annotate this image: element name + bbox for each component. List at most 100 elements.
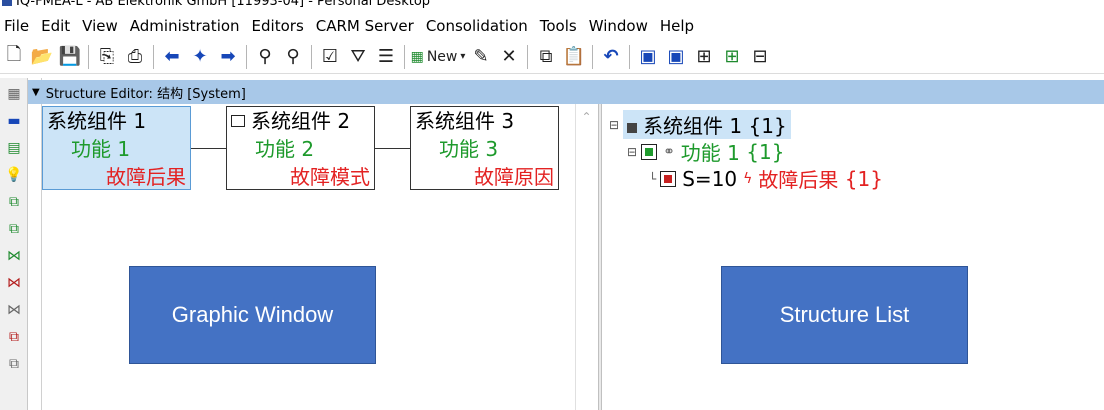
tree-structure-icon[interactable]: ⧉	[2, 191, 26, 213]
collapse-icon[interactable]: ⊟	[609, 118, 619, 132]
arrow-left-icon[interactable]: ⬅	[158, 44, 186, 70]
save-icon[interactable]: 💾	[56, 44, 84, 70]
header-dropdown-icon[interactable]: ▼	[32, 87, 40, 98]
graphic-window-callout: Graphic Window	[129, 266, 376, 364]
insert-green-icon[interactable]: ⊞	[718, 44, 746, 70]
menu-tools[interactable]: Tools	[540, 17, 585, 35]
sparkle-arrows-icon[interactable]: ✦	[186, 44, 214, 70]
insert-below-icon[interactable]: ⊟	[746, 44, 774, 70]
node-fault: 故障后果	[106, 165, 186, 189]
print-icon[interactable]: ⎙	[121, 44, 149, 70]
filter-list-icon[interactable]: ☰	[372, 44, 400, 70]
structure-editor-title: Structure Editor: 结构 [System]	[45, 86, 246, 102]
toolbar-separator	[246, 44, 247, 69]
node-fault: 故障模式	[290, 165, 370, 189]
find-replace-icon[interactable]: ⚲	[279, 44, 307, 70]
grid-view-icon[interactable]: ▦	[2, 83, 26, 105]
scroll-up-icon[interactable]: ⌃	[581, 110, 591, 410]
arrow-right-icon[interactable]: ➡	[214, 44, 242, 70]
menu-window[interactable]: Window	[589, 17, 656, 35]
graphic-window[interactable]: 系统组件 1 功能 1 故障后果 系统组件 2 功能 2 故障模式 系统组件 3…	[42, 104, 598, 410]
left-tool-palette: ▦ ▬ ▤ 💡 ⧉ ⧉ ⋈ ⋈ ⋈ ⧉ ⧉	[0, 78, 28, 410]
graphic-node-2[interactable]: 系统组件 2 功能 2 故障模式	[226, 106, 375, 190]
tree-row-function[interactable]: ⊟ ⚭ 功能 1 {1}	[627, 137, 784, 166]
filter-icon[interactable]: ⛛	[344, 44, 372, 70]
chevron-down-icon: ▾	[460, 51, 466, 62]
node-fault: 故障原因	[474, 165, 554, 189]
failure-lightning-icon: ϟ	[743, 170, 753, 187]
checkbox-list-icon[interactable]: ☑	[316, 44, 344, 70]
window-title-bar: IQ-FMEA-L - AB Elektronik GmbH [11993-04…	[0, 0, 1104, 9]
pane-splitter[interactable]	[598, 104, 602, 410]
menu-help[interactable]: Help	[660, 17, 702, 35]
toolbar-separator	[527, 44, 528, 69]
node-function: 功能 2	[255, 137, 315, 161]
menu-bar: File Edit View Administration Editors CA…	[0, 14, 1104, 38]
menu-view[interactable]: View	[82, 17, 126, 35]
copy-icon[interactable]: ⧉	[532, 44, 560, 70]
table-add-icon[interactable]: ▤	[2, 137, 26, 159]
pencil-icon[interactable]: ✎	[467, 44, 495, 70]
tree-row-failure[interactable]: └ S=10 ϟ 故障后果 {1}	[649, 164, 883, 193]
hierarchy-gray-icon[interactable]: ⧉	[2, 353, 26, 375]
delete-x-icon[interactable]: ✕	[495, 44, 523, 70]
menu-carm-server[interactable]: CARM Server	[316, 17, 422, 35]
toolbar-separator	[311, 44, 312, 69]
menu-administration[interactable]: Administration	[130, 17, 248, 35]
graphic-node-3[interactable]: 系统组件 3 功能 3 故障原因	[410, 106, 559, 190]
new-document-icon[interactable]: 🗋	[0, 44, 28, 70]
node-function: 功能 3	[439, 137, 499, 161]
component-box-icon	[231, 114, 245, 127]
main-toolbar: 🗋 📂 💾 ⎘ ⎙ ⬅ ✦ ➡ ⚲ ⚲ ☑ ⛛ ☰ ▦ New ▾ ✎ ✕ ⧉ …	[0, 40, 1104, 74]
graphic-node-1[interactable]: 系统组件 1 功能 1 故障后果	[42, 106, 191, 190]
network-gray-icon[interactable]: ⋈	[2, 299, 26, 321]
menu-editors[interactable]: Editors	[252, 17, 312, 35]
node-title: 系统组件 3	[415, 109, 515, 133]
undo-icon[interactable]: ↶	[597, 44, 625, 70]
menu-edit[interactable]: Edit	[41, 17, 78, 35]
tree-failure-severity: S=10	[682, 166, 738, 191]
window-title: IQ-FMEA-L - AB Elektronik GmbH [11993-04…	[16, 0, 431, 9]
open-folder-icon[interactable]: 📂	[28, 44, 56, 70]
tree-branch-line: └	[649, 171, 657, 186]
palette-splitter[interactable]	[28, 78, 42, 410]
move-down-icon[interactable]: ▣	[662, 44, 690, 70]
app-icon	[2, 0, 12, 6]
node-connector	[375, 148, 410, 149]
hierarchy-red-icon[interactable]: ⧉	[2, 326, 26, 348]
new-item-icon: ▦	[410, 48, 424, 65]
tree-failure-label: 故障后果	[758, 168, 839, 192]
structure-list-callout: Structure List	[721, 266, 968, 364]
menu-file[interactable]: File	[4, 17, 37, 35]
structure-list[interactable]: ⊟ 系统组件 1 {1} ⊟ ⚭ 功能 1 {1} └ S=10 ϟ 故障后果 …	[603, 104, 1104, 410]
export-icon[interactable]: ⎘	[93, 44, 121, 70]
tree-root-label: 系统组件 1	[643, 114, 743, 138]
network-red-icon[interactable]: ⋈	[2, 272, 26, 294]
binoculars-icon[interactable]: ⚲	[251, 44, 279, 70]
toolbar-separator	[153, 44, 154, 69]
insert-above-icon[interactable]: ⊞	[690, 44, 718, 70]
collapse-icon[interactable]: ⊟	[627, 145, 637, 159]
function-item-icon	[641, 143, 658, 160]
tree-function-label: 功能 1	[680, 141, 740, 165]
list-view-icon[interactable]: ▬	[2, 110, 26, 132]
menu-consolidation[interactable]: Consolidation	[426, 17, 536, 35]
move-up-icon[interactable]: ▣	[634, 44, 662, 70]
lightbulb-icon[interactable]: 💡	[2, 164, 26, 186]
graphic-scrollbar[interactable]: ⌃	[575, 104, 597, 410]
new-dropdown-button[interactable]: ▦ New ▾	[409, 44, 467, 70]
toolbar-separator	[592, 44, 593, 69]
toolbar-separator	[88, 44, 89, 69]
node-title: 系统组件 1	[47, 109, 147, 133]
toolbar-separator	[404, 44, 405, 69]
tree-root-count: {1}	[748, 114, 787, 138]
paste-icon[interactable]: 📋	[560, 44, 588, 70]
new-button-label: New	[426, 48, 458, 65]
component-square-icon	[627, 123, 638, 133]
node-function: 功能 1	[71, 137, 131, 161]
tree-failure-count: {1}	[844, 166, 883, 191]
tree-row-root[interactable]: ⊟ 系统组件 1 {1}	[609, 110, 791, 139]
network-green-icon[interactable]: ⋈	[2, 245, 26, 267]
link-icon: ⚭	[663, 143, 675, 160]
tree-layout-icon[interactable]: ⧉	[2, 218, 26, 240]
